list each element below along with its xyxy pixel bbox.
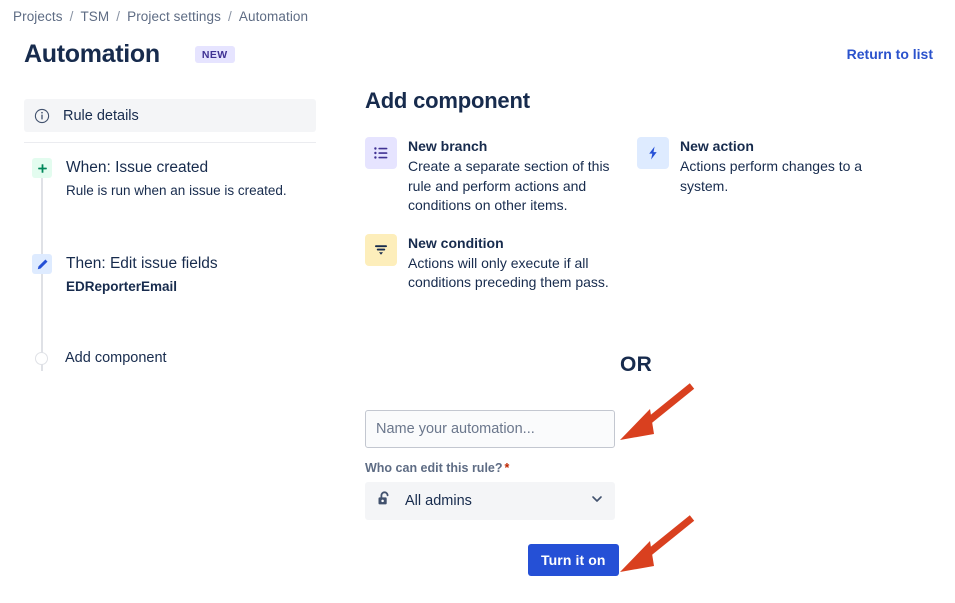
- rule-tree-node-action[interactable]: Then: Edit issue fields EDReporterEmail: [24, 254, 316, 296]
- rule-tree: When: Issue created Rule is run when an …: [24, 158, 316, 371]
- turn-it-on-button[interactable]: Turn it on: [528, 544, 619, 576]
- component-description: Create a separate section of this rule a…: [408, 158, 610, 213]
- unlocked-padlock-icon: [376, 490, 393, 512]
- component-description: Actions perform changes to a system.: [680, 158, 863, 194]
- component-option-new-condition[interactable]: New condition Actions will only execute …: [365, 233, 637, 293]
- required-marker: *: [504, 461, 510, 475]
- permission-select-value: All admins: [405, 493, 472, 509]
- breadcrumb-item-project-settings[interactable]: Project settings: [122, 9, 226, 24]
- page-title: Automation: [24, 40, 160, 68]
- component-name: New branch: [408, 138, 488, 154]
- section-title: Add component: [365, 88, 530, 113]
- component-column-right: New action Actions perform changes to a …: [637, 137, 909, 311]
- breadcrumb-separator: /: [228, 9, 232, 24]
- info-circle-icon: [34, 108, 50, 124]
- sidebar-item-rule-details[interactable]: Rule details: [24, 99, 316, 132]
- breadcrumb-separator: /: [116, 9, 121, 24]
- rule-node-subtitle: EDReporterEmail: [66, 279, 178, 294]
- breadcrumb-separator: /: [69, 9, 74, 24]
- sidebar-item-label: Rule details: [63, 107, 139, 124]
- component-name: New condition: [408, 234, 504, 251]
- rule-node-title: Then: Edit issue fields: [66, 255, 218, 272]
- rule-node-title: When: Issue created: [66, 159, 209, 176]
- automation-name-input[interactable]: [365, 410, 615, 448]
- or-separator-label: OR: [620, 353, 653, 376]
- breadcrumb-item-projects[interactable]: Projects: [8, 9, 68, 24]
- permission-select[interactable]: All admins: [365, 482, 615, 520]
- automation-form: Who can edit this rule?* All admins: [365, 410, 615, 520]
- page-header: Automation NEW Return to list: [24, 36, 933, 72]
- tree-gap: [24, 296, 316, 351]
- component-description: Actions will only execute if all conditi…: [408, 254, 609, 291]
- plus-icon: [32, 158, 52, 178]
- component-option-new-action[interactable]: New action Actions perform changes to a …: [637, 137, 909, 196]
- pencil-icon: [32, 254, 52, 274]
- rule-sidebar: Rule details When: Issue created Rule is…: [24, 99, 316, 371]
- chevron-down-icon[interactable]: [590, 492, 604, 511]
- breadcrumb: Projects / TSM / Project settings / Auto…: [8, 9, 313, 24]
- rule-node-subtitle: Rule is run when an issue is created.: [66, 183, 287, 198]
- rule-tree-node-add-component[interactable]: Add component: [24, 351, 316, 366]
- rule-tree-node-trigger[interactable]: When: Issue created Rule is run when an …: [24, 158, 316, 200]
- status-badge-new: NEW: [194, 45, 235, 63]
- lightning-bolt-icon: [637, 137, 669, 169]
- annotation-arrow-to-name-input: [620, 383, 695, 440]
- component-name: New action: [680, 138, 754, 154]
- component-grid: New branch Create a separate section of …: [365, 137, 925, 311]
- add-component-label: Add component: [65, 350, 167, 366]
- tree-gap: [24, 200, 316, 254]
- add-component-panel: Add component New branch Create a separa…: [365, 88, 925, 311]
- sidebar-divider: [24, 142, 316, 143]
- annotation-arrow-to-turn-it-on-button: [620, 515, 695, 572]
- return-to-list-link[interactable]: Return to list: [847, 46, 933, 62]
- filter-funnel-icon: [365, 233, 397, 266]
- permission-label-text: Who can edit this rule?: [365, 461, 503, 475]
- component-option-new-branch[interactable]: New branch Create a separate section of …: [365, 137, 637, 216]
- breadcrumb-item-tsm[interactable]: TSM: [75, 9, 114, 24]
- list-branch-icon: [365, 137, 397, 169]
- breadcrumb-item-automation[interactable]: Automation: [234, 9, 313, 24]
- empty-circle-icon: [35, 352, 48, 365]
- permission-field-label: Who can edit this rule? *: [365, 460, 615, 476]
- component-column-left: New branch Create a separate section of …: [365, 137, 637, 311]
